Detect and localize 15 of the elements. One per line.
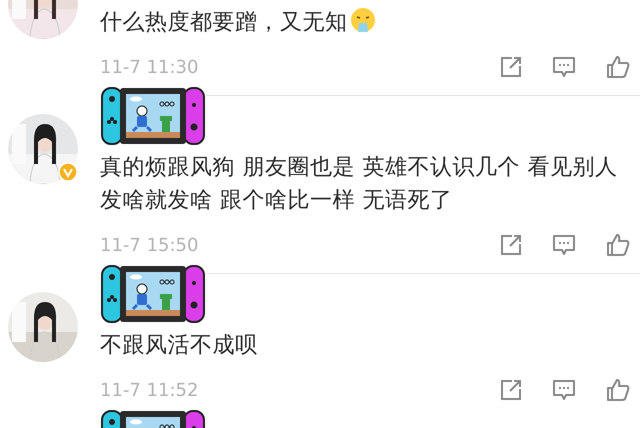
comment-icon[interactable] bbox=[552, 379, 576, 401]
comment-icon[interactable] bbox=[552, 234, 576, 256]
comment-text: 真的烦跟风狗 朋友圈也是 英雄不认识几个 看见别人发啥就发啥 跟个啥比一样 无语死了 bbox=[100, 154, 618, 215]
like-icon[interactable] bbox=[606, 378, 630, 402]
like-icon[interactable] bbox=[606, 233, 630, 257]
comment-icon[interactable] bbox=[552, 56, 576, 78]
share-icon[interactable] bbox=[500, 56, 522, 78]
comment-time: 11-7 11:30 bbox=[100, 56, 200, 78]
comment-time: 11-7 11:52 bbox=[100, 380, 200, 400]
like-icon[interactable] bbox=[606, 55, 630, 79]
comment-text: 什么热度都要蹭，又无知 bbox=[100, 6, 640, 39]
share-icon[interactable] bbox=[500, 379, 522, 401]
share-icon[interactable] bbox=[500, 234, 522, 256]
comment-time: 11-7 15:50 bbox=[100, 234, 200, 256]
comment-text: 不跟风活不成呗 bbox=[100, 332, 258, 360]
